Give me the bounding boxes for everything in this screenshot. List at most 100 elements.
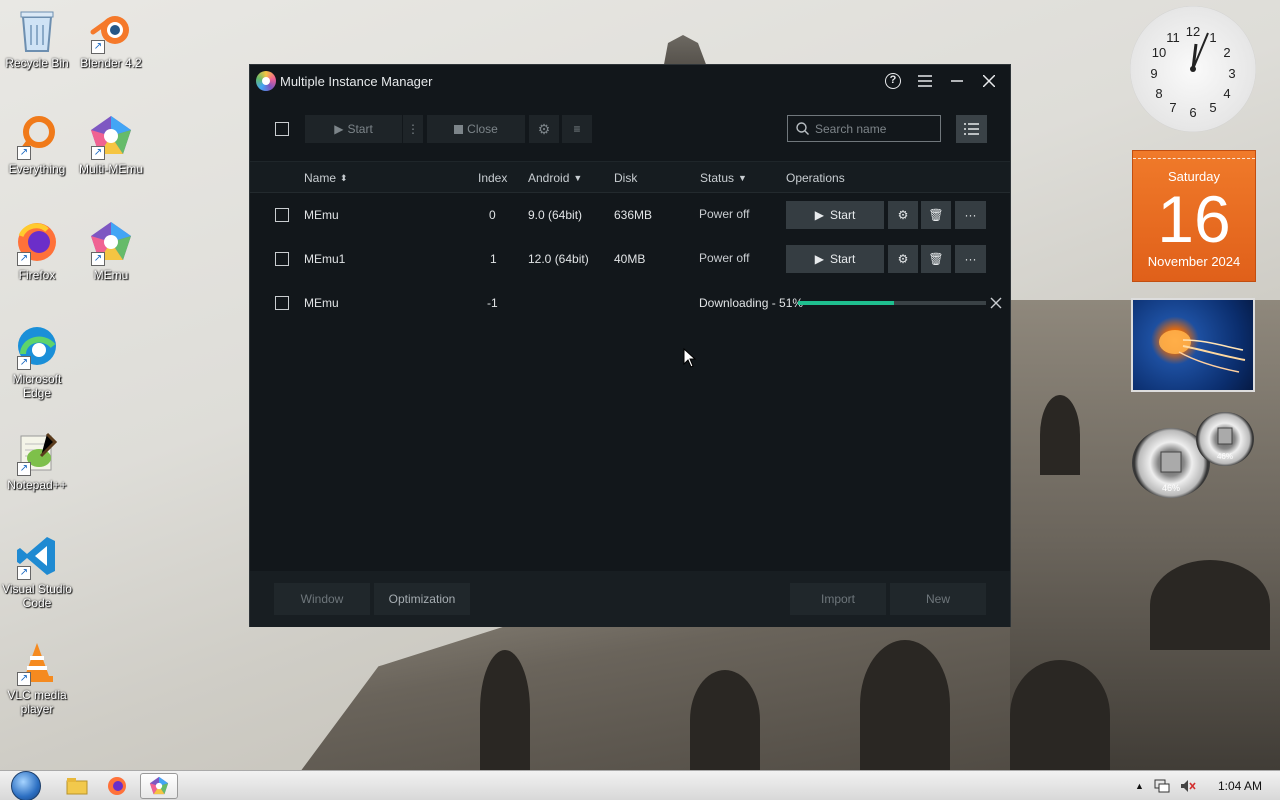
window-controls: ? [878, 69, 1004, 93]
tray-expand-icon[interactable]: ▲ [1135, 781, 1144, 791]
instance-more-button[interactable]: ··· [955, 245, 986, 273]
instance-manager-window: Multiple Instance Manager ? ▶ Start ⋮ Cl… [249, 64, 1011, 627]
desktop-icon-label: Firefox [18, 268, 56, 282]
desktop-icon-label: Multi-MEmu [78, 162, 143, 176]
instance-android: 9.0 (64bit) [528, 208, 583, 222]
desktop-icon-firefox[interactable]: ↗ Firefox [0, 218, 74, 282]
instance-name: MEmu [304, 208, 339, 222]
column-operations-header: Operations [786, 162, 845, 194]
instance-delete-button[interactable]: 🗑 [921, 245, 951, 273]
desktop-icon-everything[interactable]: ↗ Everything [0, 112, 74, 176]
desktop-icon-multi-memu[interactable]: ↗ Multi-MEmu [74, 112, 148, 176]
wallpaper-arch [1150, 560, 1270, 650]
instance-start-button[interactable]: ▶ Start [786, 201, 884, 229]
column-name-header[interactable]: Name ⬍ [304, 162, 348, 194]
toolbar-start-more-button[interactable]: ⋮ [403, 115, 423, 143]
play-icon: ▶ [814, 208, 824, 222]
row-checkbox[interactable] [275, 296, 289, 310]
slideshow-gadget[interactable] [1131, 298, 1255, 392]
column-label: Index [478, 171, 508, 185]
instance-start-button[interactable]: ▶ Start [786, 245, 884, 273]
desktop-icon-label: VLC media player [7, 688, 67, 716]
import-button[interactable]: Import [790, 583, 886, 615]
column-label: Android [528, 171, 570, 185]
everything-search-icon: ↗ [13, 112, 61, 160]
desktop-icon-notepad-plus-plus[interactable]: ↗ Notepad++ [0, 428, 74, 492]
instance-delete-button[interactable]: 🗑 [921, 201, 951, 229]
gear-icon: ⚙ [897, 252, 909, 266]
download-progress-bar [798, 301, 986, 305]
clock-numeral: 11 [1166, 30, 1180, 45]
shortcut-arrow-icon: ↗ [17, 252, 31, 266]
desktop-icon-memu[interactable]: ↗ MEmu [74, 218, 148, 282]
shortcut-arrow-icon: ↗ [17, 146, 31, 160]
firefox-icon: ↗ [13, 218, 61, 266]
cancel-download-button[interactable] [990, 281, 1002, 325]
instance-settings-button[interactable]: ⚙ [888, 245, 918, 273]
help-button[interactable]: ? [878, 69, 908, 93]
taskbar-memu-button[interactable] [140, 773, 178, 799]
network-icon[interactable] [1154, 779, 1170, 793]
window-button[interactable]: Window [274, 583, 370, 615]
desktop-icon-vlc[interactable]: ↗ VLC media player [0, 638, 74, 716]
more-dots-icon: ··· [964, 208, 977, 222]
table-row[interactable]: MEmu 0 9.0 (64bit) 636MB Power off ▶ Sta… [250, 193, 1010, 237]
instance-android: 12.0 (64bit) [528, 252, 589, 266]
row-checkbox[interactable] [275, 252, 289, 266]
desktop-icon-blender[interactable]: ↗ Blender 4.2 [74, 6, 148, 70]
start-label: Start [829, 208, 856, 222]
gear-icon: ⚙ [537, 120, 551, 137]
list-view-icon [964, 123, 979, 135]
download-progress-fill [798, 301, 894, 305]
desktop-icon-label: Blender 4.2 [80, 56, 142, 70]
desktop-icon-recycle-bin[interactable]: Recycle Bin [0, 6, 74, 70]
taskbar-firefox-button[interactable] [98, 773, 136, 799]
stop-icon [454, 124, 464, 134]
ram-meter-gadget[interactable]: 46% [1196, 412, 1254, 466]
clock-numeral: 6 [1189, 105, 1196, 120]
window-titlebar[interactable]: Multiple Instance Manager ? [250, 65, 1010, 97]
toolbar-sort-button[interactable]: ≡ [562, 115, 592, 143]
close-window-button[interactable] [974, 69, 1004, 93]
edge-icon: ↗ [13, 322, 61, 370]
calendar-day-number: 16 [1157, 182, 1231, 256]
close-icon [983, 75, 995, 87]
search-box[interactable] [787, 115, 941, 142]
clock-numeral: 2 [1223, 45, 1230, 60]
list-view-button[interactable] [956, 115, 987, 143]
taskbar: ▲ 1:04 AM [0, 770, 1280, 800]
play-icon: ▶ [334, 122, 344, 136]
tray-clock[interactable]: 1:04 AM [1218, 779, 1262, 793]
table-row[interactable]: MEmu1 1 12.0 (64bit) 40MB Power off ▶ St… [250, 237, 1010, 281]
menu-button[interactable] [910, 69, 940, 93]
minimize-button[interactable] [942, 69, 972, 93]
row-checkbox[interactable] [275, 208, 289, 222]
desktop-icon-edge[interactable]: ↗ Microsoft Edge [0, 322, 74, 400]
shortcut-arrow-icon: ↗ [91, 146, 105, 160]
clock-numeral: 1 [1209, 30, 1216, 45]
desktop-icon-label: Visual Studio Code [2, 582, 72, 610]
column-android-header[interactable]: Android ▼ [528, 162, 582, 194]
instance-settings-button[interactable]: ⚙ [888, 201, 918, 229]
calendar-gadget[interactable]: Saturday 16 November 2024 [1132, 150, 1256, 282]
instance-more-button[interactable]: ··· [955, 201, 986, 229]
desktop-icon-label: Notepad++ [7, 478, 67, 492]
shortcut-arrow-icon: ↗ [91, 40, 105, 54]
toolbar-close-button[interactable]: Close [427, 115, 525, 143]
select-all-checkbox[interactable] [275, 122, 289, 136]
notepad-plus-plus-icon: ↗ [13, 428, 61, 476]
search-input[interactable] [815, 121, 935, 136]
column-status-header[interactable]: Status ▼ [700, 162, 747, 194]
taskbar-explorer-button[interactable] [58, 773, 96, 799]
start-button[interactable] [6, 771, 46, 800]
toolbar-settings-button[interactable]: ⚙ [529, 115, 559, 143]
volume-muted-icon[interactable] [1180, 779, 1196, 793]
new-button[interactable]: New [890, 583, 986, 615]
wallpaper-arch [1010, 660, 1110, 770]
desktop-icon-vscode[interactable]: ↗ Visual Studio Code [0, 532, 74, 610]
memu-icon [149, 776, 169, 795]
toolbar-start-button[interactable]: ▶ Start [305, 115, 402, 143]
column-label: Name [304, 171, 337, 185]
optimization-button[interactable]: Optimization [374, 583, 470, 615]
clock-gadget[interactable]: 12 1 2 3 4 5 6 7 8 9 10 11 [1130, 6, 1256, 132]
